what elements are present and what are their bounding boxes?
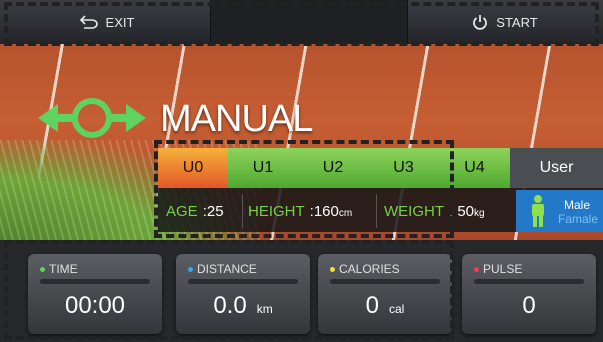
- weight-field[interactable]: WEIGHT : 50kg: [384, 192, 485, 230]
- age-label: AGE: [166, 202, 198, 220]
- time-label: TIME: [40, 262, 78, 276]
- calories-value: 0 cal: [365, 292, 405, 319]
- tab-label: U1: [252, 159, 274, 176]
- cycle-arrows-icon: [38, 98, 146, 138]
- distance-card: DISTANCE 0.0 km: [176, 254, 310, 334]
- treadmill-console: EXIT START MANUAL U0 U1 U2 U3 U4 User AG…: [0, 0, 603, 342]
- distance-label: DISTANCE: [188, 262, 257, 276]
- start-button[interactable]: START: [410, 0, 600, 44]
- distance-dot-icon: [188, 267, 193, 273]
- time-dot-icon: [40, 267, 45, 273]
- height-label: HEIGHT: [248, 202, 305, 220]
- pulse-dot-icon: [474, 267, 479, 273]
- height-field[interactable]: HEIGHT :160cm: [248, 192, 352, 230]
- pulse-label: PULSE: [474, 262, 522, 276]
- user-settings-button[interactable]: User: [510, 148, 603, 188]
- tab-label: U3: [393, 159, 414, 176]
- calories-label: CALORIES: [330, 262, 400, 276]
- tab-label: U0: [182, 159, 204, 176]
- power-icon: [473, 15, 488, 30]
- time-bar: [40, 279, 150, 284]
- time-card: TIME 00:00: [28, 254, 162, 334]
- weight-unit: kg: [474, 207, 485, 219]
- distance-value: 0.0 km: [213, 292, 273, 319]
- gender-female-option[interactable]: Famale: [558, 212, 598, 226]
- tab-user-u2[interactable]: U2: [298, 148, 369, 188]
- calories-card: CALORIES 0 cal: [318, 254, 452, 334]
- gender-selector[interactable]: Male Famale: [516, 190, 603, 232]
- program-title: MANUAL: [160, 98, 313, 140]
- calories-bar: [330, 279, 440, 284]
- weight-label: WEIGHT: [384, 202, 444, 220]
- tab-user-u1[interactable]: U1: [228, 148, 299, 188]
- person-icon: [532, 195, 544, 227]
- pulse-value: 0: [522, 292, 536, 319]
- exit-button[interactable]: EXIT: [8, 0, 206, 44]
- age-field[interactable]: AGE :25: [166, 192, 224, 230]
- tab-label: U2: [322, 159, 344, 176]
- distance-unit: km: [256, 302, 273, 316]
- top-bar: EXIT START: [0, 0, 603, 45]
- pulse-card: PULSE 0: [462, 254, 596, 334]
- top-bar-center: [210, 0, 408, 44]
- calories-unit: cal: [389, 302, 405, 316]
- height-value: :160cm: [309, 202, 353, 220]
- start-label: START: [496, 14, 538, 30]
- tab-user-u3[interactable]: U3: [368, 148, 440, 188]
- weight-value: : 50kg: [449, 202, 485, 220]
- back-arrow-icon: [79, 15, 98, 29]
- tab-user-u4[interactable]: U4: [439, 148, 511, 188]
- user-tab-label: User: [539, 159, 574, 176]
- gender-male-option[interactable]: Male: [564, 198, 590, 212]
- age-value: :25: [202, 202, 224, 220]
- time-value: 00:00: [64, 292, 126, 319]
- exit-label: EXIT: [105, 14, 135, 30]
- divider: [242, 194, 243, 228]
- tab-label: U4: [464, 159, 485, 176]
- pulse-bar: [474, 279, 584, 284]
- metrics-bar: TIME 00:00 DISTANCE 0.0 km CALORIES 0 cal …: [0, 240, 603, 342]
- calories-dot-icon: [330, 267, 335, 273]
- divider: [376, 194, 377, 228]
- user-profile-panel: U0 U1 U2 U3 U4 User AGE :25 HEIGHT :160c…: [158, 148, 603, 232]
- height-unit: cm: [338, 207, 353, 219]
- distance-bar: [188, 279, 298, 284]
- tab-user-u0[interactable]: U0: [158, 148, 229, 188]
